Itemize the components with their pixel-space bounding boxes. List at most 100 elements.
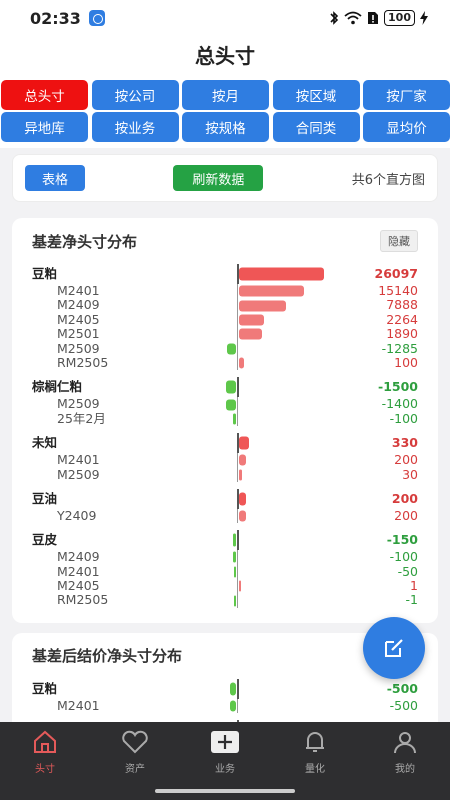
item-value: -500 <box>389 697 418 713</box>
group-value: 330 <box>391 435 418 451</box>
group-label: 豆油 <box>32 490 58 506</box>
home-indicator[interactable] <box>155 789 295 793</box>
item-value: -1 <box>405 592 418 608</box>
position-bar <box>226 399 236 411</box>
group-row[interactable]: 未知 330 <box>32 433 418 454</box>
item-label: M2401 <box>57 563 100 579</box>
item-label: M2501 <box>57 326 100 342</box>
basis-net-position-card: 基差净头寸分布 隐藏 豆粕 26097 M2401 15140 M2409 7888 M24… <box>12 218 438 623</box>
position-bar <box>239 580 241 592</box>
item-label: M2409 <box>57 297 100 313</box>
item-value: 200 <box>394 507 418 523</box>
item-value: -100 <box>389 410 418 426</box>
home-icon <box>32 730 58 757</box>
position-bar <box>239 300 286 312</box>
tab-3[interactable]: 按区域 <box>272 80 360 110</box>
refresh-button[interactable]: 刷新数据 <box>173 165 264 191</box>
zero-axis <box>237 579 238 594</box>
histogram-group: 豆粕 26097 M2401 15140 M2409 7888 M2405 2264 M2501… <box>32 264 418 371</box>
hide-button[interactable]: 隐藏 <box>380 230 418 252</box>
zero-axis <box>237 564 238 580</box>
zero-axis <box>237 508 238 524</box>
group-row[interactable]: 豆粕 26097 <box>32 264 418 284</box>
item-value: 7888 <box>386 297 418 313</box>
nav-item-4[interactable]: 我的 <box>360 722 450 800</box>
nav-item-0[interactable]: 头寸 <box>0 722 90 800</box>
item-row[interactable]: M2409 7888 <box>32 297 418 313</box>
charging-icon <box>420 11 428 25</box>
item-value: 200 <box>394 452 418 468</box>
group-label: 棕榈仁粕 <box>32 379 83 395</box>
zero-axis <box>237 698 238 714</box>
group-row[interactable]: 棕榈仁粕 -1500 <box>32 377 418 398</box>
position-bar <box>230 682 236 696</box>
item-row[interactable]: M2509 -1285 <box>32 341 418 356</box>
item-value: 1 <box>410 578 418 594</box>
item-row[interactable]: RM2505 100 <box>32 355 418 371</box>
group-label: 未知 <box>32 435 58 451</box>
item-row[interactable]: M2401 15140 <box>32 283 418 299</box>
zero-axis <box>237 411 238 427</box>
item-value: -1400 <box>381 396 418 412</box>
tab-8[interactable]: 合同类 <box>272 112 360 142</box>
group-row[interactable]: 豆皮 -150 <box>32 530 418 551</box>
position-bar <box>239 357 245 369</box>
group-value: 200 <box>391 490 418 506</box>
histogram-group: 未知 330 M2401 200 M2509 30 <box>32 433 418 482</box>
zero-axis <box>237 298 238 313</box>
position-bar <box>239 492 247 506</box>
item-row[interactable]: RM2505 -1 <box>32 592 418 608</box>
group-row[interactable]: 豆油 200 <box>32 488 418 509</box>
tab-5[interactable]: 异地库 <box>1 112 88 142</box>
position-bar <box>239 510 247 522</box>
zero-axis <box>237 341 238 356</box>
item-row[interactable]: M2401 -50 <box>32 563 418 580</box>
zero-axis <box>237 550 238 565</box>
wifi-icon <box>344 11 362 25</box>
item-row[interactable]: Y2409 200 <box>32 507 418 524</box>
position-bar <box>239 469 242 481</box>
item-row[interactable]: M2509 -1400 <box>32 396 418 412</box>
tab-4[interactable]: 按厂家 <box>363 80 450 110</box>
tab-7[interactable]: 按规格 <box>182 112 269 142</box>
position-bar <box>226 380 236 394</box>
tab-6[interactable]: 按业务 <box>91 112 179 142</box>
tab-2[interactable]: 按月 <box>182 80 269 110</box>
group-row[interactable]: 豆粕 -500 <box>32 678 418 699</box>
zero-axis <box>237 678 239 699</box>
tab-1[interactable]: 按公司 <box>91 80 179 110</box>
histogram-group: 豆油 200 Y2409 200 <box>32 488 418 524</box>
zero-axis <box>237 453 238 468</box>
tab-9[interactable]: 显均价 <box>363 112 450 142</box>
item-row[interactable]: M2501 1890 <box>32 326 418 342</box>
page-title: 总头寸 <box>0 36 450 76</box>
nav-label: 头寸 <box>35 764 55 775</box>
histogram-group: 棕榈仁粕 -1500 M2509 -1400 25年2月 -100 <box>32 377 418 427</box>
tab-0[interactable]: 总头寸 <box>1 80 88 110</box>
item-row[interactable]: M2401 -500 <box>32 697 418 714</box>
filter-tabs: 总头寸 按公司 按月 按区域 按厂家异地库 按业务 按规格 合同类 显均价 <box>0 76 450 148</box>
table-button[interactable]: 表格 <box>25 165 85 191</box>
item-value: -100 <box>389 549 418 565</box>
position-bar <box>239 436 249 450</box>
plus-box-icon <box>210 730 240 757</box>
item-label: RM2505 <box>57 592 109 608</box>
item-row[interactable]: M2401 200 <box>32 452 418 468</box>
group-label: 豆粕 <box>32 266 58 281</box>
item-row[interactable]: M2509 30 <box>32 467 418 482</box>
position-bar <box>226 343 236 355</box>
nav-label: 资产 <box>125 764 145 775</box>
group-label: 豆粕 <box>32 680 58 696</box>
position-bar <box>232 533 236 547</box>
nav-label: 我的 <box>395 764 415 775</box>
edit-fab-button[interactable] <box>363 617 425 679</box>
heart-icon <box>121 730 149 757</box>
histogram-count: 共6个直方图 <box>351 172 425 188</box>
item-row[interactable]: M2405 1 <box>32 578 418 594</box>
item-row[interactable]: M2409 -100 <box>32 549 418 565</box>
item-row[interactable]: 25年2月 -100 <box>32 410 418 427</box>
zero-axis <box>237 593 238 608</box>
item-label: M2401 <box>57 452 100 468</box>
item-row[interactable]: M2405 2264 <box>32 312 418 328</box>
item-value: 1890 <box>386 326 418 342</box>
